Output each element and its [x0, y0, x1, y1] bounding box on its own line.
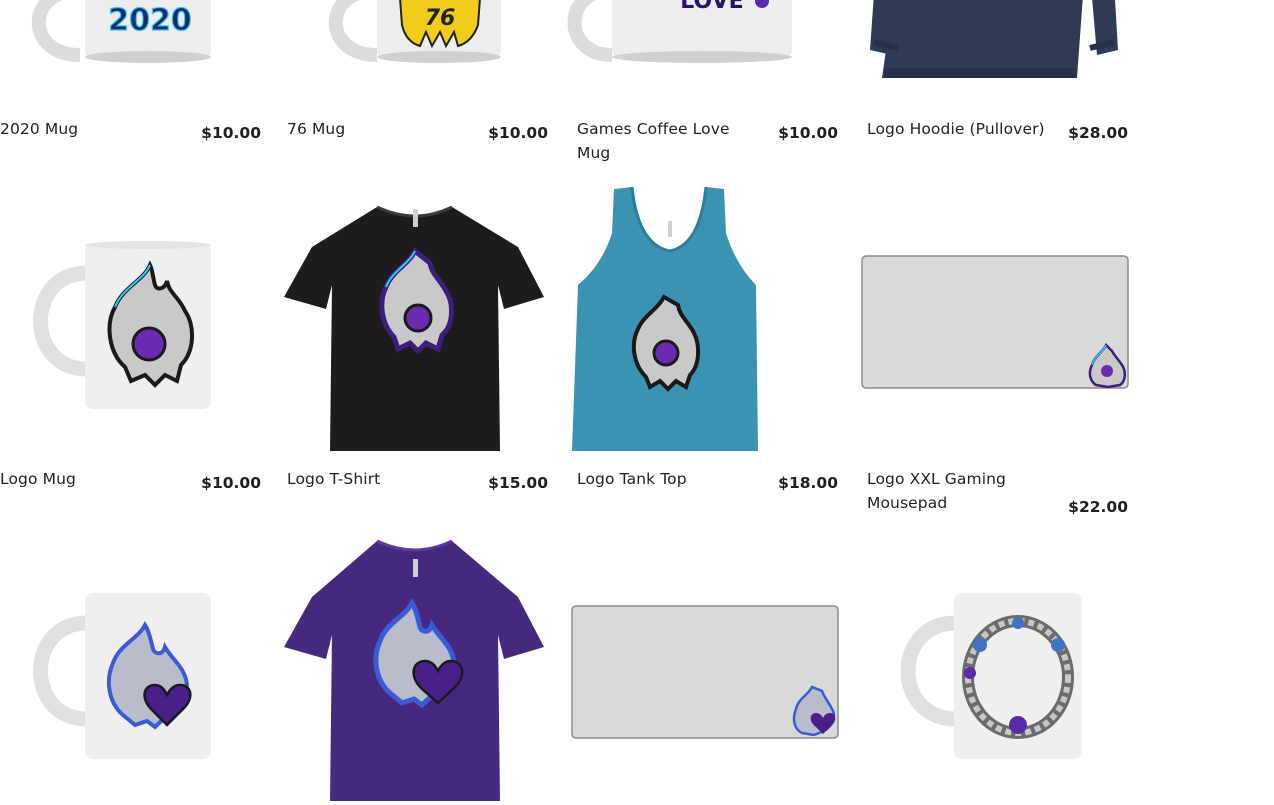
mug-2020-image: 2020 — [31, 0, 211, 63]
product-image[interactable] — [282, 185, 548, 455]
product-price: $10.00 — [488, 124, 548, 142]
mousepad-image — [861, 255, 1129, 389]
hoodie-image — [870, 0, 1118, 78]
product-image[interactable] — [861, 185, 1129, 455]
product-image[interactable] — [0, 535, 261, 805]
product-image[interactable] — [572, 185, 838, 455]
mug-love-image: LOVE — [567, 0, 792, 63]
product-price: $28.00 — [1068, 124, 1128, 142]
mug-art-text: 2020 — [108, 3, 192, 38]
product-name[interactable]: Logo T-Shirt — [287, 467, 457, 491]
product-image[interactable] — [571, 535, 839, 805]
mug-art-text: 76 — [425, 6, 456, 31]
heart-tshirt-image — [284, 539, 544, 801]
product-price: $10.00 — [778, 124, 838, 142]
product-price: $10.00 — [201, 124, 261, 142]
product-name[interactable]: Logo Tank Top — [577, 467, 747, 491]
product-image[interactable] — [862, 535, 1128, 805]
product-image[interactable] — [282, 535, 548, 805]
product-name[interactable]: Logo Mug — [0, 467, 170, 491]
product-image[interactable]: 2020 — [0, 0, 261, 90]
ring-mug-image — [900, 593, 1082, 759]
heart-mousepad-image — [571, 605, 839, 739]
product-image[interactable]: 76 — [282, 0, 548, 90]
product-name[interactable]: Games Coffee Love Mug — [577, 117, 767, 165]
product-image[interactable] — [0, 185, 261, 455]
heart-mug-image — [33, 593, 211, 759]
product-price: $10.00 — [201, 474, 261, 492]
product-price: $15.00 — [488, 474, 548, 492]
product-image[interactable] — [862, 0, 1128, 90]
logo-mug-image — [33, 241, 211, 409]
product-name[interactable]: 76 Mug — [287, 117, 457, 141]
product-name[interactable]: Logo XXL Gaming Mousepad — [867, 467, 1037, 515]
product-name[interactable]: Logo Hoodie (Pullover) — [867, 117, 1057, 141]
product-image[interactable]: LOVE — [567, 0, 838, 90]
product-price: $18.00 — [778, 474, 838, 492]
mug-art-text: LOVE — [680, 0, 743, 14]
tshirt-image — [284, 205, 544, 451]
tanktop-image — [572, 186, 758, 451]
mug-76-image: 76 — [328, 0, 501, 63]
product-name[interactable]: 2020 Mug — [0, 117, 170, 141]
product-price: $22.00 — [1068, 498, 1128, 516]
